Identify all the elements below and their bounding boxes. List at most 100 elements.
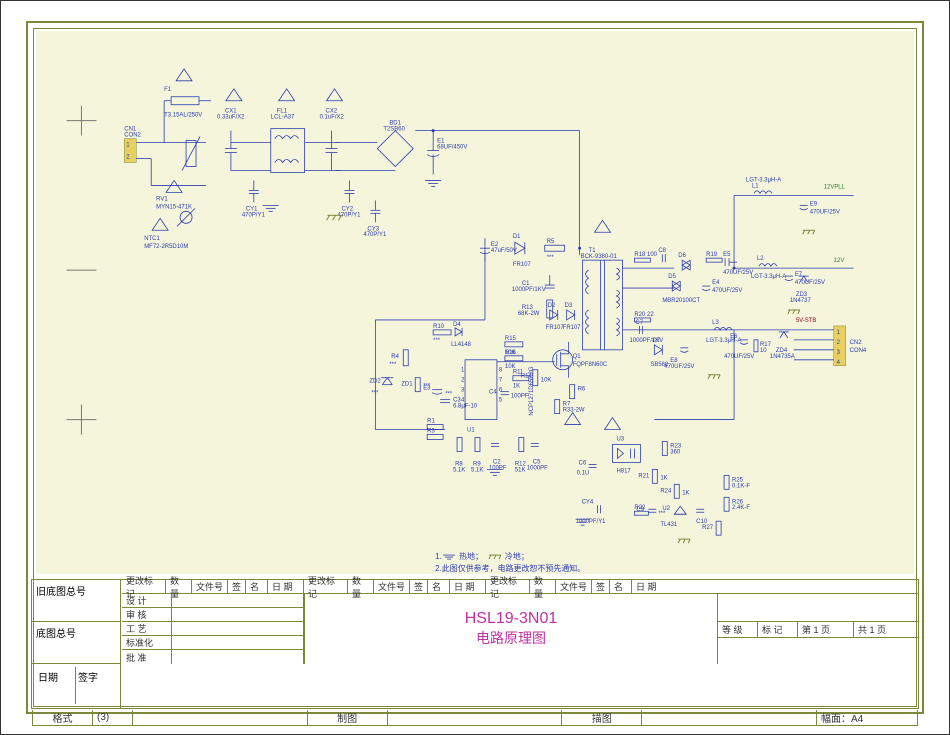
svg-text:C4: C4 — [489, 390, 497, 396]
y-caps: CY1470P/Y1 CY2470P/Y1 CY3470P/Y1 — [242, 180, 387, 238]
svg-text:U2: U2 — [662, 506, 670, 512]
svg-text:12V: 12V — [834, 258, 845, 264]
svg-text:U3: U3 — [616, 436, 624, 442]
svg-text:68UF/450V: 68UF/450V — [437, 145, 467, 151]
svg-text:68K-2W: 68K-2W — [518, 311, 540, 317]
svg-text:***: *** — [445, 392, 453, 398]
svg-text:1K: 1K — [660, 475, 667, 481]
svg-text:10K: 10K — [541, 378, 552, 384]
svg-text:470UF/25V: 470UF/25V — [712, 288, 742, 294]
svg-text:***: *** — [547, 255, 555, 261]
hdr-change: 更改标记 — [122, 580, 166, 593]
svg-text:L2: L2 — [757, 256, 764, 262]
hdr-name: 名 — [246, 580, 268, 593]
svg-text:冷地；: 冷地； — [505, 551, 529, 561]
svg-text:5.1K: 5.1K — [453, 467, 465, 473]
svg-text:0.1U: 0.1U — [577, 470, 590, 476]
svg-text:L1: L1 — [752, 183, 759, 189]
row-process: 工 艺 — [122, 622, 172, 635]
paper-label: 幅面：A4 — [817, 710, 917, 725]
svg-text:LGT-3.3μH-A: LGT-3.3μH-A — [751, 274, 786, 280]
svg-text:R4: R4 — [391, 354, 399, 360]
svg-text:FR107: FR107 — [546, 325, 565, 331]
svg-text:R1: R1 — [427, 419, 435, 425]
aux-diodes: D2FR107 D3FR107 — [546, 303, 582, 331]
choke-fl1: FL1 LCL-A37 — [231, 89, 341, 173]
svg-text:RV1: RV1 — [156, 196, 168, 202]
svg-text:8: 8 — [499, 368, 503, 374]
level-label: 等 级 — [718, 622, 758, 637]
svg-text:MYN15-471K: MYN15-471K — [156, 204, 192, 210]
svg-text:R27: R27 — [702, 525, 714, 531]
svg-text:E3: E3 — [423, 386, 431, 392]
svg-text:LGT-3.3μH-A: LGT-3.3μH-A — [746, 177, 781, 183]
svg-text:L3: L3 — [712, 320, 719, 326]
svg-text:R5: R5 — [547, 239, 555, 245]
rail-12vpll: L1LGT-3.3μH-A E9470UF/25V 12VPLL — [734, 177, 854, 268]
svg-text:470UF/25V: 470UF/25V — [723, 270, 753, 276]
svg-text:7: 7 — [499, 378, 503, 384]
svg-text:360: 360 — [670, 449, 681, 455]
svg-text:1N4735A: 1N4735A — [770, 354, 795, 360]
svg-text:R22: R22 — [634, 505, 646, 511]
svg-text:51K: 51K — [515, 467, 526, 473]
svg-text:1: 1 — [461, 368, 465, 374]
svg-text:CON2: CON2 — [124, 133, 141, 139]
svg-text:D7: D7 — [652, 338, 660, 344]
schematic-svg: 1 2 CN1 CON2 F1 T3.15AL/250V — [36, 31, 914, 574]
svg-text:2.4K-F: 2.4K-F — [732, 505, 750, 511]
svg-text:2: 2 — [461, 378, 465, 384]
drawer-label: 制图 — [308, 710, 388, 725]
svg-text:E4: E4 — [712, 280, 720, 286]
svg-text:5: 5 — [499, 398, 503, 404]
svg-text:CN2: CN2 — [850, 340, 863, 346]
svg-text:100PF: 100PF — [489, 465, 507, 471]
notes: 1. 热地； 冷地； 2.此图仅供参考，电路更改恕不预先通知。 — [435, 551, 585, 573]
svg-text:LL4148: LL4148 — [451, 342, 472, 348]
cap-e1: E1 68UF/450V — [425, 131, 467, 187]
transformer-t1: T1 BCK-9380-01 — [581, 220, 623, 350]
svg-text:MF72-2R5D10M: MF72-2R5D10M — [144, 244, 188, 250]
svg-text:10: 10 — [760, 348, 767, 354]
svg-text:R18 100: R18 100 — [634, 252, 657, 258]
title-box: HSL19-3N01 电路原理图 — [305, 594, 718, 664]
svg-text:CY4: CY4 — [582, 499, 594, 505]
hdr-sign: 签 — [228, 580, 246, 593]
svg-text:1000PF: 1000PF — [527, 465, 548, 471]
svg-text:6: 6 — [499, 388, 503, 394]
svg-text:***: *** — [433, 338, 441, 344]
rail-12v: L2LGT-3.3μH-A E7470UF/25V ZD31N4737 12V — [734, 256, 854, 314]
row-standard: 标准化 — [122, 636, 172, 649]
svg-text:D6: D6 — [678, 253, 686, 259]
svg-text:470UF/25V: 470UF/25V — [795, 280, 825, 286]
svg-text:R10: R10 — [433, 324, 445, 330]
svg-text:R20 22: R20 22 — [634, 312, 654, 318]
page-current: 第 1 页 — [798, 622, 854, 637]
svg-text:5V-STB: 5V-STB — [796, 318, 817, 324]
svg-text:F1: F1 — [164, 87, 172, 93]
tracer-label: 描图 — [562, 710, 642, 725]
svg-text:R11: R11 — [513, 370, 524, 376]
svg-text:470UF/25V: 470UF/25V — [664, 364, 694, 370]
svg-text:R19: R19 — [706, 252, 718, 258]
svg-text:5.1K: 5.1K — [471, 467, 483, 473]
row-design: 设 计 — [122, 594, 172, 607]
svg-text:BCK-9380-01: BCK-9380-01 — [581, 254, 618, 260]
mosfet-q1: Q1 FQPF8N60C — [553, 342, 608, 378]
bottom-res: R1 R3 R85.1K R95.1K C2100PF R1251K C5100… — [427, 385, 586, 476]
svg-text:R6: R6 — [578, 387, 586, 393]
svg-text:***: *** — [389, 362, 397, 368]
svg-text:ZD1: ZD1 — [401, 382, 413, 388]
svg-text:0.33uF/X2: 0.33uF/X2 — [217, 115, 245, 121]
svg-text:FQPF8N60C: FQPF8N60C — [573, 362, 608, 368]
svg-text:CON4: CON4 — [850, 348, 867, 354]
svg-text:R21: R21 — [638, 473, 650, 479]
rail-5v: D7SB560 E8470UF/25V L3LGT-3.3μH-A E6470U… — [622, 318, 816, 379]
svg-text:R33-2W: R33-2W — [563, 408, 585, 414]
svg-text:E7: E7 — [795, 272, 803, 278]
svg-text:C7: C7 — [635, 320, 643, 326]
svg-text:470UF/25V: 470UF/25V — [724, 354, 754, 360]
svg-text:1K: 1K — [682, 490, 689, 496]
row-review: 审 核 — [122, 608, 172, 621]
snubber-area: E247uF/50V D1FR107 R5*** — [480, 234, 565, 268]
